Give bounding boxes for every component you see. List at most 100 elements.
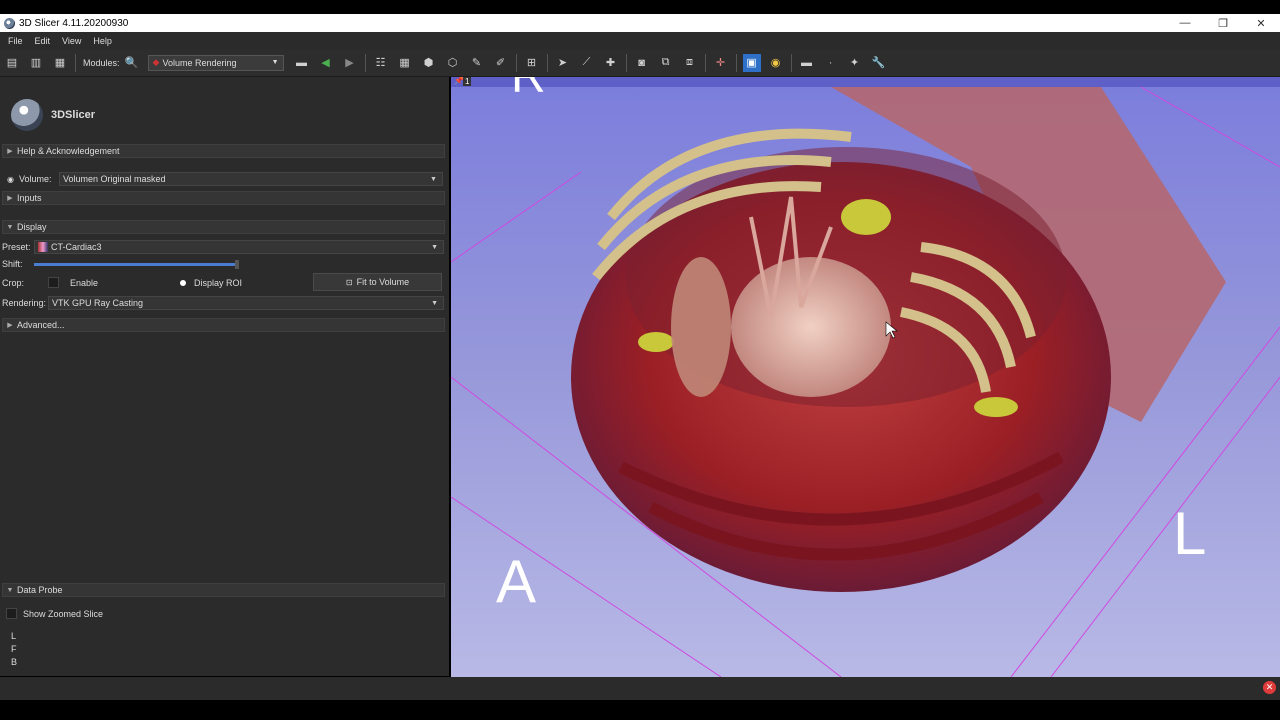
restore-icon[interactable]: ❐ — [1204, 17, 1242, 30]
help-section-header[interactable]: ▶ Help & Acknowledgement — [2, 144, 445, 158]
chevron-down-icon: ▼ — [430, 175, 437, 183]
module-panel: 3DSlicer ▶ Help & Acknowledgement ◉ Volu… — [0, 77, 449, 676]
display-section-header[interactable]: ▼ Display — [2, 220, 445, 234]
advanced-section-label: Advanced... — [17, 320, 65, 330]
layout-icon[interactable]: ⊞ — [523, 54, 541, 72]
bone-highlight — [974, 397, 1018, 417]
probe-text-b: B — [11, 657, 18, 667]
display-roi-checkbox[interactable] — [180, 279, 186, 286]
window-title: 3D Slicer 4.11.20200930 — [19, 17, 129, 29]
chevron-right-icon: ▶ — [7, 322, 13, 329]
show-zoomed-row: Show Zoomed Slice — [2, 608, 103, 619]
shift-label: Shift: — [2, 259, 23, 269]
wrench-icon[interactable]: 🔧 — [870, 54, 888, 72]
eye-icon[interactable]: ◉ — [7, 175, 14, 184]
settings-dot-icon[interactable]: · — [822, 54, 840, 72]
fit-to-volume-button[interactable]: ⊡ Fit to Volume — [313, 273, 442, 291]
volume-row: ◉ Volume: Volumen Original masked ▼ — [2, 172, 443, 186]
data-module-icon[interactable]: ☷ — [372, 54, 390, 72]
preset-thumbnail-icon — [38, 242, 48, 252]
magic-wand-icon[interactable]: ✦ — [846, 54, 864, 72]
pulmonary-vessels — [671, 257, 731, 397]
show-zoomed-checkbox[interactable] — [6, 608, 17, 619]
transforms-module-icon[interactable]: ⬡ — [444, 54, 462, 72]
slicer-app-icon — [4, 17, 15, 29]
fiducial-icon[interactable]: ✚ — [602, 54, 620, 72]
crosshair-views-icon[interactable]: ⧉ — [657, 54, 675, 72]
shift-slider[interactable] — [34, 260, 239, 269]
fit-to-volume-label: Fit to Volume — [356, 277, 410, 287]
inputs-section-header[interactable]: ▶ Inputs — [2, 191, 445, 205]
module-search-icon[interactable]: 🔍 — [123, 54, 141, 72]
show-zoomed-label: Show Zoomed Slice — [23, 608, 104, 619]
menu-edit[interactable]: Edit — [31, 36, 55, 46]
vertebra — [841, 199, 891, 235]
inputs-section-label: Inputs — [17, 193, 42, 203]
crosshair-icon[interactable]: ✛ — [712, 54, 730, 72]
probe-line-b: B — [11, 657, 17, 667]
close-icon[interactable]: ✕ — [1242, 17, 1280, 30]
shift-slider-handle[interactable] — [235, 260, 239, 269]
markups-module-icon[interactable]: ✎ — [468, 54, 486, 72]
module-selector-value: Volume Rendering — [162, 57, 237, 68]
preset-selector[interactable]: CT-Cardiac3 ▼ — [34, 240, 444, 254]
menu-file[interactable]: File — [4, 36, 27, 46]
bone-highlight — [638, 332, 674, 352]
error-log-icon[interactable]: ▬ — [798, 54, 816, 72]
screenshot-icon[interactable]: ◙ — [633, 54, 651, 72]
probe-text-f: F — [11, 644, 17, 654]
chevron-right-icon: ▶ — [7, 148, 13, 155]
modules-label: Modules: — [83, 57, 120, 68]
crop-label: Crop: — [2, 277, 25, 288]
shift-row: Shift: — [2, 259, 23, 269]
menu-view[interactable]: View — [58, 36, 85, 46]
crop-row: Crop: Enable Display ROI — [2, 277, 242, 288]
status-bar: ✕ — [0, 677, 1280, 700]
rendering-selector-value: VTK GPU Ray Casting — [52, 298, 144, 308]
python-console-icon[interactable]: ◉ — [767, 54, 785, 72]
module-selector[interactable]: ◆ Volume Rendering ▼ — [147, 54, 284, 71]
view-sync-icon[interactable]: ⧈ — [681, 54, 699, 72]
3d-view[interactable]: 📌 1 A L — [451, 77, 1280, 677]
chevron-right-icon: ▶ — [7, 195, 13, 202]
bbox-line — [1140, 86, 1280, 168]
volume-rendering-icon: ◆ — [152, 57, 160, 67]
slicer-logo: 3DSlicer — [11, 99, 95, 131]
minimize-icon[interactable]: — — [1166, 17, 1204, 30]
display-section-label: Display — [17, 222, 47, 232]
error-log-button[interactable]: ✕ — [1263, 681, 1276, 694]
main-toolbar: ▤ ▥ ▦ Modules: 🔍 ◆ Volume Rendering ▼ ▬ … — [0, 49, 1280, 77]
save-data-icon[interactable]: ▦ — [51, 54, 69, 72]
rendering-selector[interactable]: VTK GPU Ray Casting ▼ — [48, 296, 444, 310]
menu-bar: File Edit View Help — [0, 32, 1280, 49]
advanced-section-header[interactable]: ▶ Advanced... — [2, 318, 445, 332]
data-probe-label: Data Probe — [17, 585, 63, 595]
slicer-logo-icon — [11, 99, 43, 131]
load-dicom-icon[interactable]: ▥ — [27, 54, 45, 72]
chevron-down-icon: ▼ — [431, 299, 438, 307]
extension-manager-icon[interactable]: ▣ — [742, 53, 761, 72]
orientation-label-right: L — [1173, 500, 1207, 567]
back-arrow-icon[interactable]: ◀ — [317, 54, 335, 72]
volumes-module-icon[interactable]: ▦ — [396, 54, 414, 72]
segment-editor-icon[interactable]: ✐ — [492, 54, 510, 72]
volume-selector[interactable]: Volumen Original masked ▼ — [58, 172, 443, 186]
data-probe-section-header[interactable]: ▼ Data Probe — [2, 583, 445, 597]
models-module-icon[interactable]: ⬢ — [420, 54, 438, 72]
preset-label: Preset: — [2, 242, 31, 252]
module-history-icon[interactable]: ▬ — [293, 54, 311, 72]
load-data-icon[interactable]: ▤ — [3, 54, 21, 72]
preset-row: Preset: CT-Cardiac3 ▼ — [2, 240, 444, 254]
help-section-label: Help & Acknowledgement — [17, 146, 120, 156]
fit-icon: ⊡ — [345, 277, 353, 287]
chevron-down-icon: ▼ — [271, 59, 279, 66]
preset-selector-value: CT-Cardiac3 — [51, 242, 102, 252]
place-markup-icon[interactable]: ⟋ — [578, 54, 596, 72]
menu-help[interactable]: Help — [89, 36, 116, 46]
crop-enable-checkbox[interactable] — [48, 277, 59, 288]
chevron-down-icon: ▼ — [6, 223, 14, 231]
forward-arrow-icon[interactable]: ▶ — [341, 54, 359, 72]
bbox-line — [451, 171, 582, 263]
rendering-row: Rendering: VTK GPU Ray Casting ▼ — [2, 296, 444, 310]
mouse-mode-icon[interactable]: ➤ — [554, 54, 572, 72]
